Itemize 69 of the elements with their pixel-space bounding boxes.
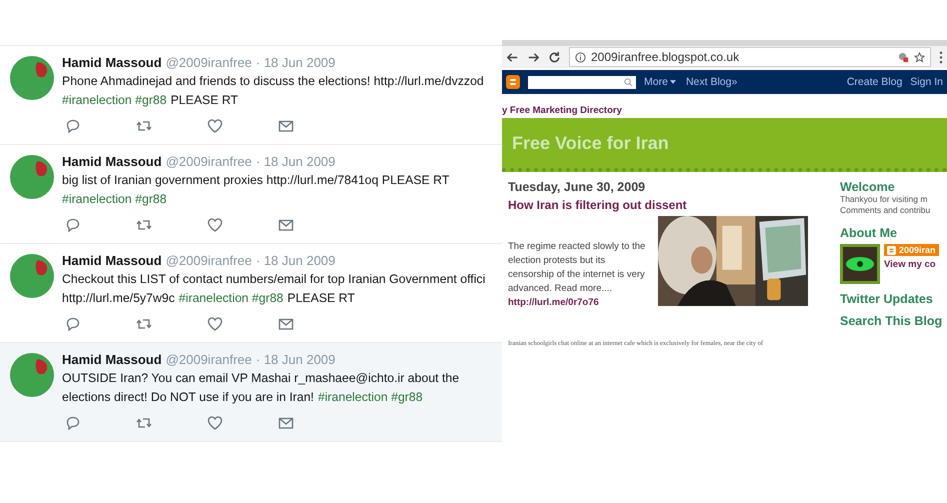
- author-name[interactable]: Hamid Massoud: [62, 252, 162, 270]
- tweet-text: OUTSIDE Iran? You can email VP Mashai r_mashaee@ichto.ir about the: [62, 370, 460, 387]
- reply-icon[interactable]: [65, 118, 81, 134]
- info-icon: [575, 52, 586, 62]
- sign-in-link[interactable]: Sign In: [910, 76, 943, 88]
- tweet-text: Phone Ahmadinejad and friends to discuss the elections! http://lurl.me/dvzzod: [62, 73, 484, 90]
- star-icon[interactable]: [914, 52, 925, 62]
- heart-icon[interactable]: [207, 316, 223, 332]
- reply-icon[interactable]: [65, 217, 81, 233]
- avatar[interactable]: [10, 353, 54, 397]
- author-handle: @2009iranfree: [166, 54, 252, 72]
- heart-icon[interactable]: [207, 217, 223, 233]
- create-blog-link[interactable]: Create Blog: [846, 76, 902, 88]
- twitter-heading: Twitter Updates: [840, 292, 934, 306]
- author-handle: @2009iranfree: [166, 153, 252, 171]
- post-text: The regime reacted slowly to the election protests but its censorship of the internet is very advanced. Read more....: [508, 240, 646, 296]
- mail-icon[interactable]: [278, 316, 294, 332]
- welcome-heading: Welcome: [840, 180, 896, 194]
- forward-icon[interactable]: [527, 50, 540, 64]
- search-field[interactable]: [528, 76, 636, 88]
- hashtags[interactable]: #iranelection #gr88: [62, 91, 167, 110]
- author-name[interactable]: Hamid Massoud: [62, 351, 162, 369]
- mail-icon[interactable]: [278, 118, 294, 134]
- welcome-text: Comments and contribu: [840, 205, 932, 216]
- tweet-date: · 18 Jun 2009: [256, 252, 336, 270]
- address-bar[interactable]: 2009iranfree.blogspot.co.uk: [569, 47, 931, 67]
- reply-icon[interactable]: [65, 415, 81, 431]
- heart-icon[interactable]: [207, 118, 223, 134]
- tweet-date: · 18 Jun 2009: [256, 153, 336, 171]
- tweet-card[interactable]: Hamid Massoud @2009iranfree · 18 Jun 2009 OUTSIDE Iran? You can email VP Mashai r_mashaee@ichto.ir about the elections direct! Do NOT use if you are in Iran! #iranelection #gr88: [0, 343, 502, 442]
- tweet-text: big list of Iranian government proxies http://lurl.me/7841oq PLEASE RT: [62, 172, 450, 189]
- avatar[interactable]: [10, 155, 54, 199]
- author-name[interactable]: Hamid Massoud: [62, 153, 162, 171]
- hashtags[interactable]: #iranelection #gr88: [318, 388, 423, 407]
- avatar[interactable]: [10, 56, 54, 100]
- avatar[interactable]: [10, 254, 54, 298]
- hashtags[interactable]: #iranelection #gr88: [178, 289, 284, 308]
- back-icon[interactable]: [506, 50, 519, 64]
- profile-link[interactable]: View my co: [884, 259, 939, 270]
- author-handle: @2009iranfree: [166, 252, 252, 270]
- search-heading: Search This Blog: [840, 314, 942, 328]
- blogger-logo-icon[interactable]: [506, 75, 520, 89]
- tweet-text: elections direct! Do NOT use if you are in Iran!: [62, 389, 314, 406]
- post-date: Tuesday, June 30, 2009: [508, 180, 646, 194]
- caret-icon[interactable]: [670, 80, 676, 84]
- tweet-text: PLEASE RT: [287, 290, 355, 307]
- author-handle: @2009iranfree: [166, 351, 252, 369]
- reply-icon[interactable]: [65, 316, 81, 332]
- tweet-text: Checkout this LIST of contact numbers/email for top Iranian Government offici: [62, 271, 486, 288]
- blogger-logo-icon: [887, 246, 896, 254]
- reload-icon[interactable]: [548, 50, 561, 64]
- post-link[interactable]: http://lurl.me/0r7o76: [508, 296, 650, 310]
- more-menu[interactable]: More: [644, 76, 668, 88]
- hashtags[interactable]: #iranelection #gr88: [62, 190, 167, 209]
- search-icon[interactable]: [624, 78, 633, 86]
- mail-icon[interactable]: [278, 217, 294, 233]
- tweet-text: http://lurl.me/5y7w9c: [62, 290, 175, 307]
- post-title[interactable]: How Iran is filtering out dissent: [508, 198, 828, 212]
- menu-icon[interactable]: [939, 50, 943, 64]
- author-name[interactable]: Hamid Massoud: [62, 54, 162, 72]
- tweet-date: · 18 Jun 2009: [256, 54, 336, 72]
- directory-link[interactable]: y Free Marketing Directory: [502, 104, 947, 118]
- next-blog-link[interactable]: Next Blog»: [686, 76, 738, 88]
- heart-icon[interactable]: [207, 415, 223, 431]
- mail-icon[interactable]: [278, 415, 294, 431]
- about-heading: About Me: [840, 226, 898, 240]
- tweet-text: PLEASE RT: [170, 92, 238, 109]
- tweet-date: · 18 Jun 2009: [256, 351, 336, 369]
- welcome-text: Thankyou for visiting m: [840, 194, 928, 205]
